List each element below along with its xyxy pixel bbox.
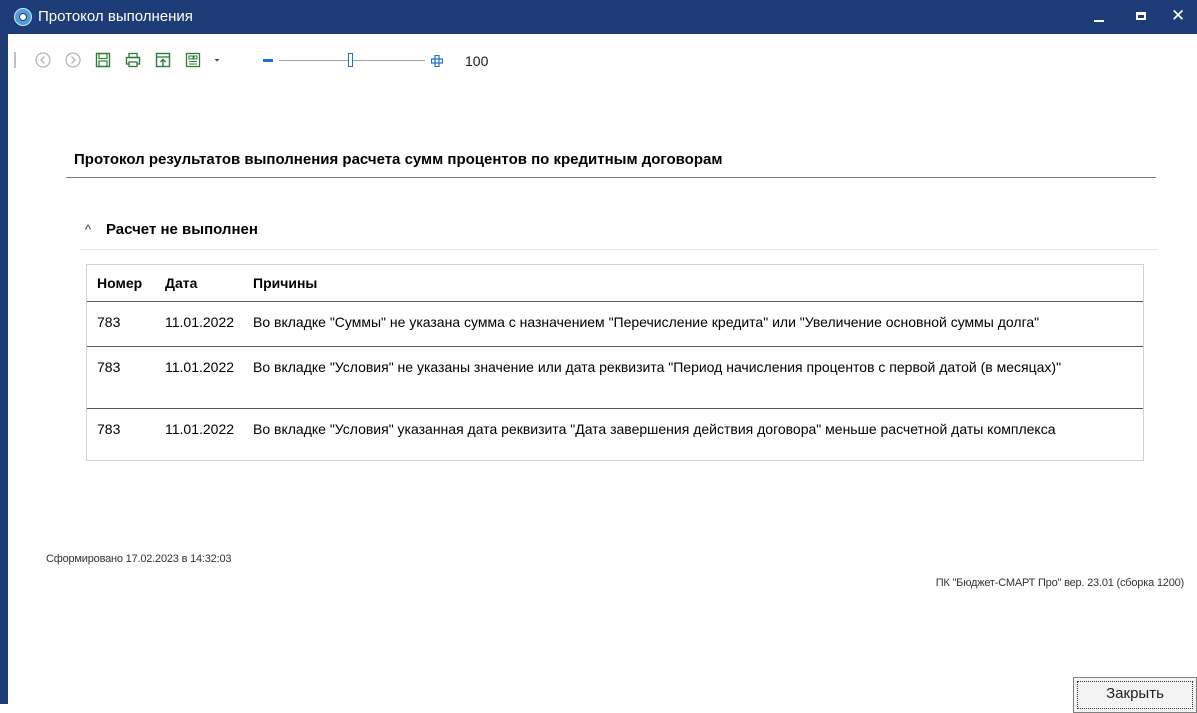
toolbar: 100	[8, 34, 1197, 86]
table-row: 783 11.01.2022 Во вкладке "Суммы" не ука…	[87, 302, 1143, 347]
toolbar-grip	[14, 52, 16, 68]
errors-table: Номер Дата Причины 783 11.01.2022 Во вкл…	[86, 264, 1144, 470]
back-icon[interactable]	[34, 51, 52, 69]
cell-number: 783	[97, 314, 121, 330]
protocol-window: Протокол выполнения ✕ 100 Протокол резул…	[0, 0, 1197, 713]
cell-reason: Во вкладке "Суммы" не указана сумма с на…	[253, 314, 1040, 330]
section-title: Расчет не выполнен	[106, 221, 258, 238]
forward-icon[interactable]	[64, 51, 82, 69]
section-header[interactable]: ^ Расчет не выполнен	[80, 221, 1158, 250]
cell-number: 783	[87, 408, 155, 470]
zoom-level: 100	[465, 53, 489, 69]
version-info: ПК "Бюджет-СМАРТ Про" вер. 23.01 (сборка…	[935, 577, 1184, 589]
dropdown-arrow-icon[interactable]	[208, 51, 226, 69]
column-header-number: Номер	[87, 265, 155, 302]
layout-icon[interactable]	[184, 51, 202, 69]
table-row: 783 11.01.2022 Во вкладке "Условия" не у…	[87, 346, 1143, 409]
print-icon[interactable]	[124, 51, 142, 69]
close-button[interactable]: Закрыть	[1073, 677, 1197, 713]
zoom-slider-thumb[interactable]	[348, 53, 353, 67]
minimize-button[interactable]	[1079, 0, 1119, 34]
maximize-button[interactable]	[1121, 0, 1161, 34]
cell-date: 11.01.2022	[165, 314, 235, 330]
cell-number: 783	[87, 346, 155, 409]
window-title: Протокол выполнения	[38, 8, 193, 25]
title-bar: Протокол выполнения ✕	[8, 0, 1197, 34]
export-icon[interactable]	[154, 51, 172, 69]
close-window-button[interactable]: ✕	[1157, 0, 1197, 34]
cell-reason: Во вкладке "Условия" указанная дата рекв…	[243, 408, 1143, 470]
column-header-reasons: Причины	[243, 265, 1143, 302]
table-header-row: Номер Дата Причины	[87, 265, 1143, 302]
collapse-caret-icon[interactable]: ^	[85, 222, 91, 237]
generated-timestamp: Сформировано 17.02.2023 в 14:32:03	[46, 553, 232, 565]
column-header-date: Дата	[155, 265, 243, 302]
zoom-in-icon[interactable]	[430, 54, 444, 68]
table-row: 783 11.01.2022 Во вкладке "Условия" указ…	[87, 408, 1143, 470]
save-icon[interactable]	[94, 51, 112, 69]
cell-date: 11.01.2022	[155, 408, 243, 470]
zoom-out-icon[interactable]	[263, 59, 273, 62]
close-button-label: Закрыть	[1106, 685, 1164, 702]
app-logo-icon	[14, 8, 32, 26]
cell-reason: Во вкладке "Условия" не указаны значение…	[243, 346, 1143, 409]
report-title: Протокол результатов выполнения расчета …	[66, 151, 1156, 178]
close-icon: ✕	[1171, 6, 1186, 25]
cell-date: 11.01.2022	[155, 346, 243, 409]
